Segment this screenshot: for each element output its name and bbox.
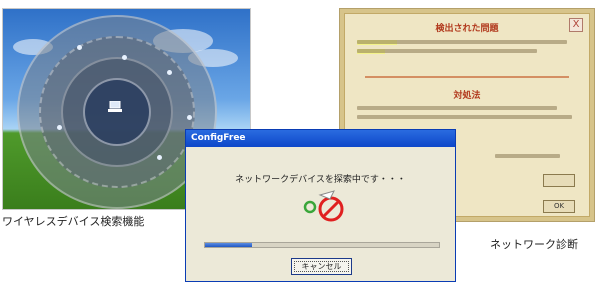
wireless-radar-icon <box>17 15 217 209</box>
problem-heading: 検出された問題 <box>435 24 499 34</box>
network-diagnosis-caption: ネットワーク診断 <box>490 238 578 251</box>
device-search-icon <box>303 190 344 222</box>
device-search-dialog: ConfigFree ネットワークデバイスを探索中です・・・ キャンセル <box>185 129 456 282</box>
wireless-search-caption: ワイヤレスデバイス検索機能 <box>2 215 145 228</box>
dialog-title: ConfigFree <box>186 130 455 147</box>
diagnosis-secondary-button[interactable] <box>543 174 575 187</box>
diagnosis-ok-button[interactable]: OK <box>543 200 575 213</box>
solution-heading: 対処法 <box>453 91 481 101</box>
search-status-message: ネットワークデバイスを探索中です・・・ <box>235 175 406 185</box>
search-progress-bar <box>204 242 440 248</box>
laptop-icon <box>108 101 122 112</box>
progress-fill <box>205 243 252 247</box>
no-entry-icon <box>318 196 344 222</box>
cancel-button[interactable]: キャンセル <box>291 258 352 275</box>
